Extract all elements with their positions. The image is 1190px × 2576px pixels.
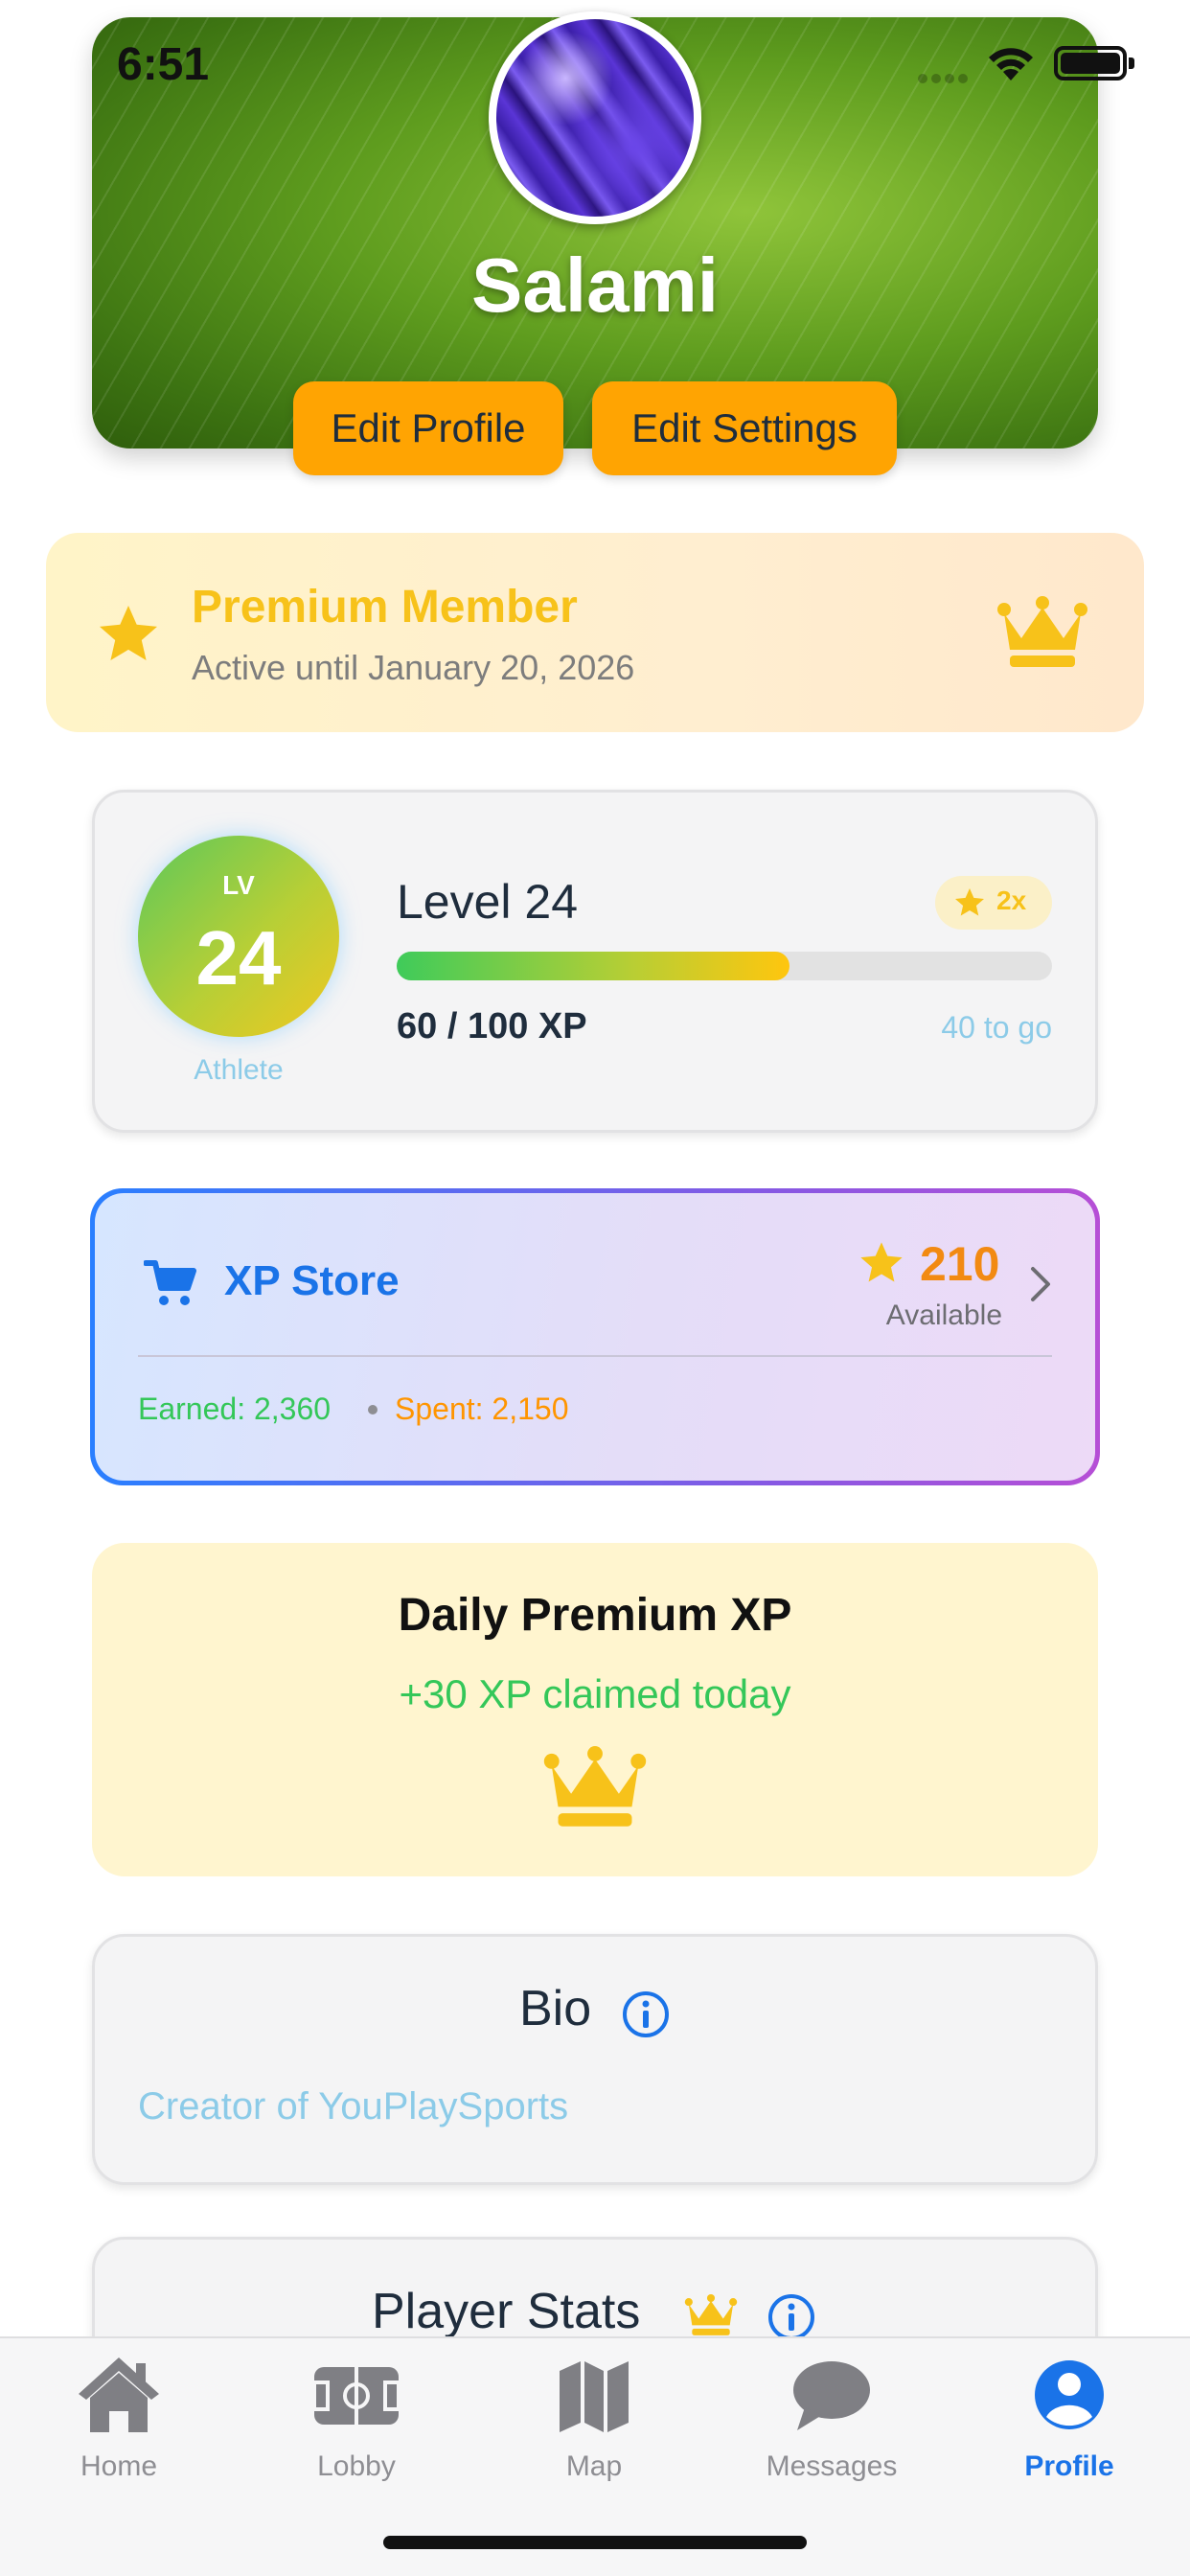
daily-premium-title: Daily Premium XP [398,1590,792,1641]
tab-label: Messages [766,2450,898,2482]
star-icon [860,1242,903,1282]
tab-map[interactable]: Map [498,2352,690,2483]
bio-text: Creator of YouPlaySports [138,2085,569,2128]
player-stats-title: Player Stats [372,2284,641,2339]
xp-store-title: XP Store [224,1257,400,1304]
crown-icon [997,596,1087,667]
info-icon[interactable] [621,1990,671,2039]
xp-store-points: 210 [920,1237,1000,1291]
tab-home[interactable]: Home [23,2352,215,2483]
tab-label: Profile [1024,2450,1114,2482]
home-indicator [383,2536,807,2549]
crown-icon [684,2294,738,2335]
cart-icon [144,1260,196,1305]
xp-boost-text: 2x [996,886,1027,915]
xp-progress-fill [397,952,790,980]
signal-icon [918,71,972,83]
person-circle-icon [1035,2360,1104,2429]
xp-spent: Spent: 2,150 [395,1392,569,1426]
star-icon [955,888,984,916]
profile-name: Salami [471,242,719,328]
edit-profile-button[interactable]: Edit Profile [293,381,563,475]
premium-title: Premium Member [192,582,578,632]
edit-settings-button[interactable]: Edit Settings [592,381,897,475]
battery-icon [1054,46,1134,80]
bio-card [92,1934,1098,2185]
crown-icon [543,1746,647,1827]
xp-store-available-label: Available [885,1300,1002,1331]
premium-expiry: Active until January 20, 2026 [192,648,635,687]
star-icon [100,606,157,660]
home-icon [79,2358,159,2432]
field-icon [312,2367,400,2425]
bio-title: Bio [519,1981,592,2036]
xp-store-card[interactable] [90,1188,1100,1485]
level-badge-number: 24 [195,915,282,1000]
tab-messages[interactable]: Messages [736,2352,927,2483]
level-title: Level 24 [397,875,579,929]
xp-value: 60 / 100 XP [397,1006,587,1046]
tab-lobby[interactable]: Lobby [261,2352,452,2483]
tab-label: Lobby [317,2450,396,2482]
map-icon [560,2361,629,2432]
xp-progress-bar [397,952,1052,980]
wifi-icon [989,48,1033,80]
xp-remaining: 40 to go [941,1010,1052,1045]
status-time: 6:51 [117,39,210,90]
chat-bubble-icon [793,2361,870,2430]
level-rank: Athlete [194,1054,284,1086]
level-badge: LV 24 [138,836,339,1037]
daily-premium-status: +30 XP claimed today [399,1671,791,1716]
avatar[interactable] [489,12,701,224]
chevron-right-icon[interactable] [1029,1265,1052,1303]
level-badge-label: LV [222,870,255,900]
info-icon[interactable] [767,2292,816,2342]
divider [138,1355,1052,1357]
tab-profile[interactable]: Profile [973,2352,1165,2483]
separator-dot [368,1405,378,1414]
tab-label: Map [565,2450,623,2482]
xp-earned: Earned: 2,360 [138,1392,332,1426]
tab-label: Home [80,2450,158,2482]
